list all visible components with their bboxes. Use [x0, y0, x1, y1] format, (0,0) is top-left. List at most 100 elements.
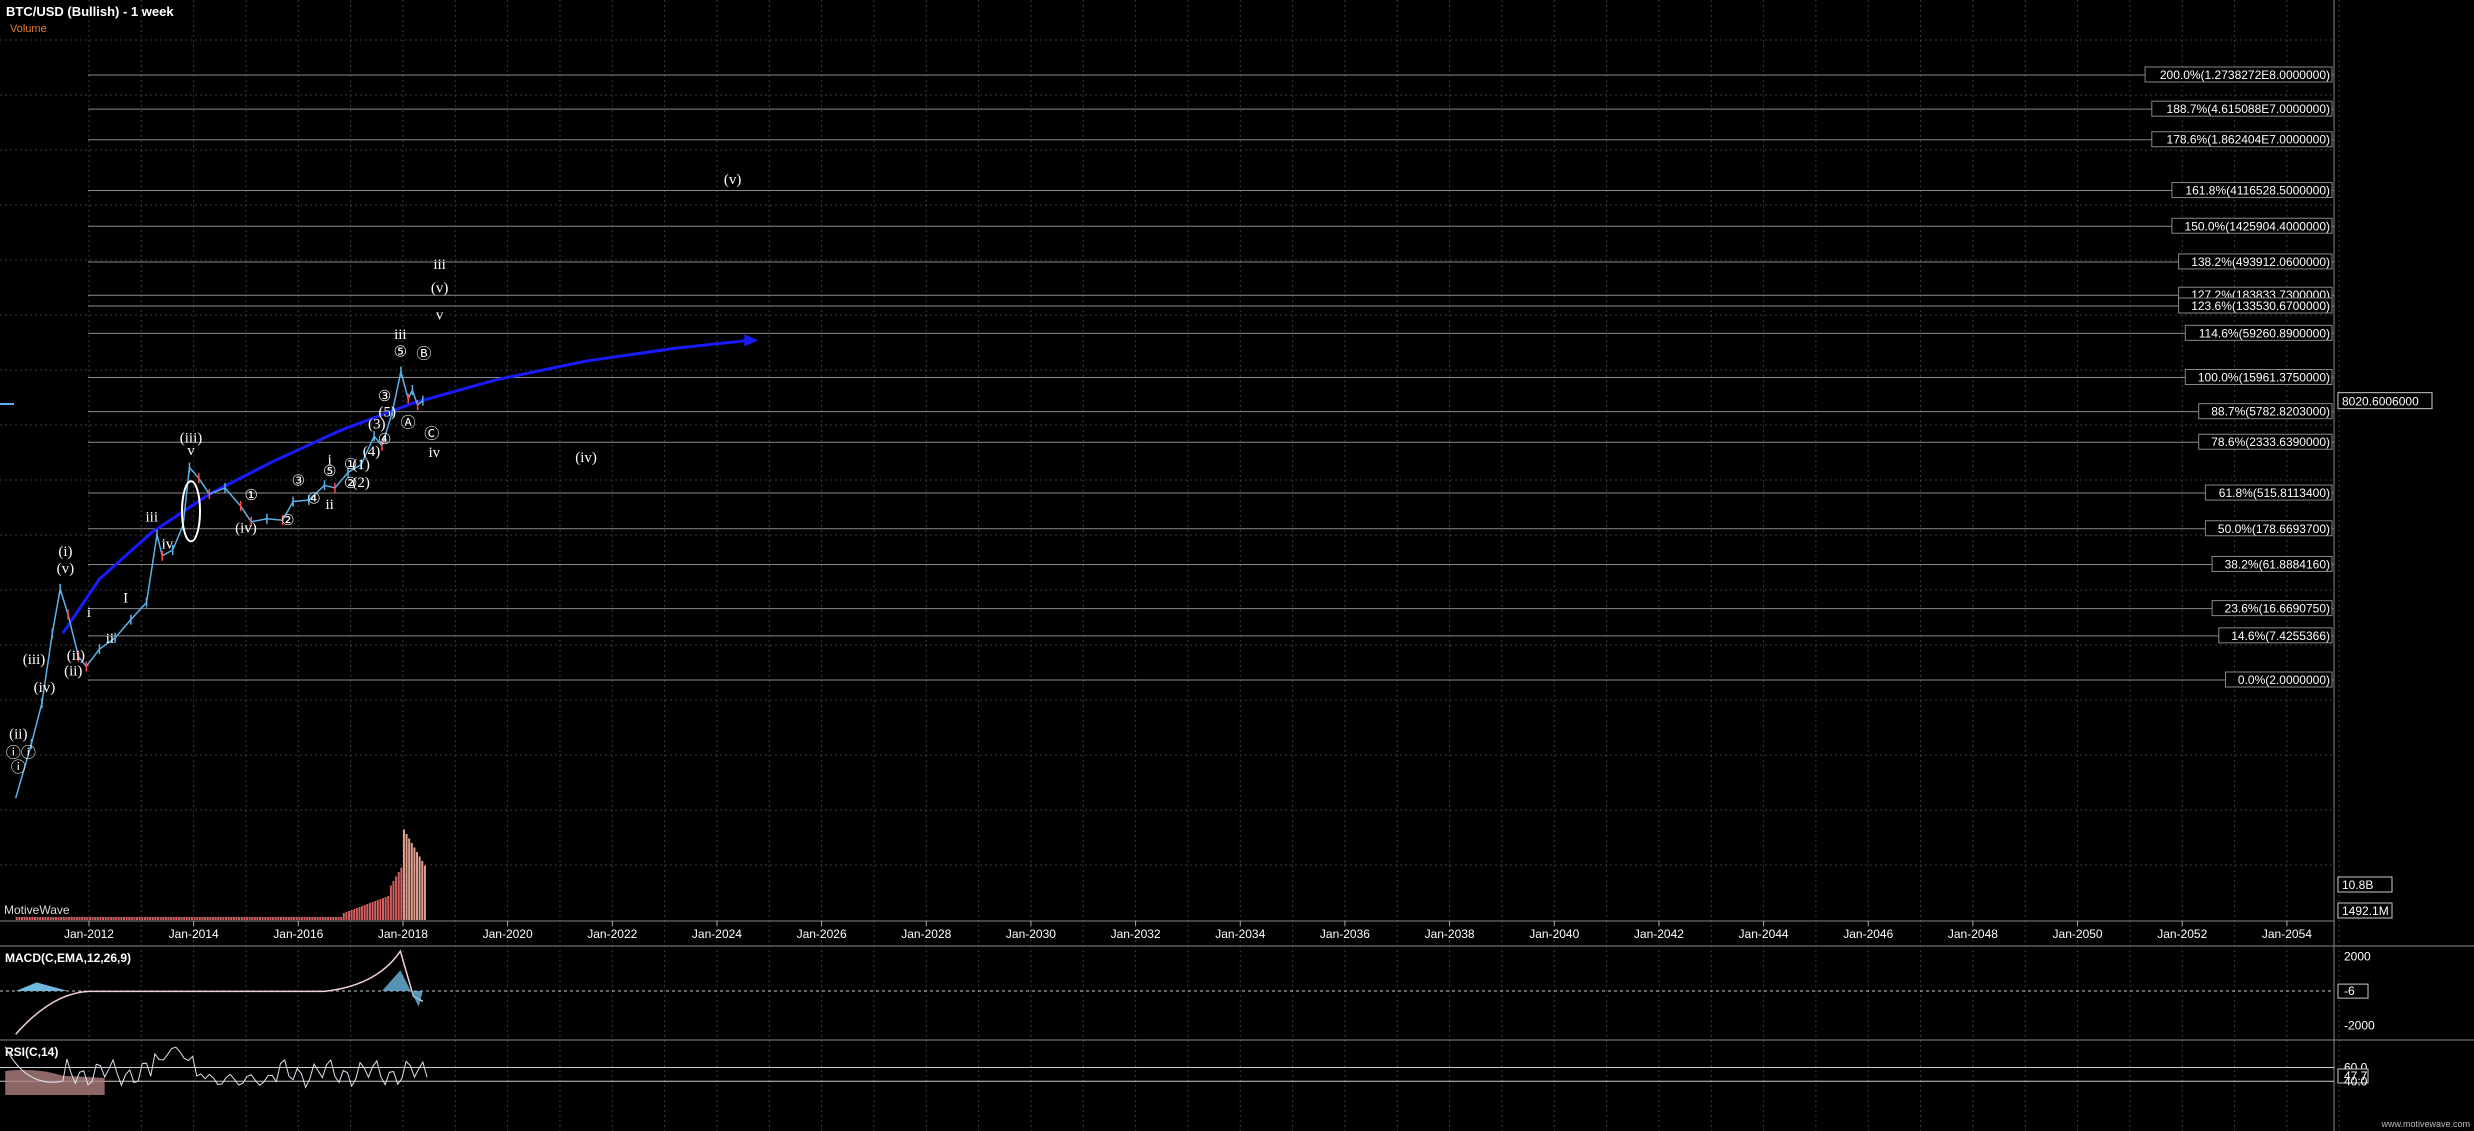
x-tick-label: Jan-2036 — [1320, 927, 1370, 941]
footer-url: www.motivewave.com — [2380, 1119, 2470, 1129]
volume-bar — [313, 917, 316, 920]
volume-bar — [259, 917, 262, 920]
volume-bar — [285, 917, 288, 920]
volume-bar — [209, 917, 212, 920]
volume-bar — [272, 917, 275, 920]
volume-bar — [324, 917, 327, 920]
x-tick-label: Jan-2030 — [1006, 927, 1056, 941]
volume-bar — [117, 917, 120, 920]
volume-bar — [395, 876, 398, 920]
wave-label: Ⓒ — [424, 426, 439, 443]
volume-bar — [191, 917, 194, 920]
volume-bar — [146, 917, 149, 920]
wave-label: ⓘ — [11, 759, 26, 776]
volume-bar — [363, 905, 366, 920]
volume-bar — [353, 909, 356, 920]
volume-bar — [73, 917, 76, 920]
chart-canvas[interactable]: BTC/USD (Bullish) - 1 week Volume 200.0%(1… — [0, 0, 2474, 1131]
volume-bar — [20, 917, 23, 920]
wave-label: ① — [244, 488, 257, 504]
x-tick-label: Jan-2034 — [1215, 927, 1265, 941]
macd-axis-label: 2000 — [2344, 949, 2371, 963]
volume-bar — [102, 917, 105, 920]
volume-bar — [253, 917, 256, 920]
volume-bar — [389, 885, 392, 920]
volume-bar — [279, 917, 282, 920]
wave-label: iv — [429, 445, 441, 461]
volume-bar — [371, 902, 374, 920]
volume-bar — [44, 917, 47, 920]
volume-bar — [290, 917, 293, 920]
fib-label: 14.6%(7.4255366) — [2231, 629, 2330, 643]
volume-bar — [86, 917, 89, 920]
volume-bar — [211, 917, 214, 920]
volume-bar — [83, 917, 86, 920]
x-tick-label: Jan-2020 — [483, 927, 533, 941]
x-tick-label: Jan-2038 — [1425, 927, 1475, 941]
volume-bar — [15, 917, 18, 920]
volume-bar — [261, 917, 264, 920]
fib-label: 100.0%(15961.3750000) — [2198, 371, 2330, 385]
fib-label: 138.2%(493912.0600000) — [2191, 255, 2330, 269]
grid-lines — [0, 0, 2340, 1131]
x-tick-label: Jan-2028 — [901, 927, 951, 941]
wave-label: i — [87, 605, 91, 621]
fib-label: 178.6%(1.862404E7.0000000) — [2167, 133, 2330, 147]
volume-bar — [222, 917, 225, 920]
volume-bar — [138, 917, 141, 920]
volume-bar — [225, 917, 228, 920]
wave-label: (2) — [352, 475, 370, 491]
volume-bar — [342, 913, 345, 920]
volume-bar — [183, 917, 186, 920]
volume-bar — [418, 856, 421, 920]
wave-label: (iii) — [23, 652, 46, 668]
price-line[interactable] — [14, 371, 424, 799]
trend-arc-arrow — [744, 334, 759, 347]
volume-bar — [264, 917, 267, 920]
volume-bar — [141, 917, 144, 920]
volume-bar — [345, 912, 348, 920]
x-tick-label: Jan-2048 — [1948, 927, 1998, 941]
volume-bars — [15, 829, 426, 920]
volume-bar — [243, 917, 246, 920]
volume-bar — [62, 917, 65, 920]
x-tick-label: Jan-2022 — [587, 927, 637, 941]
volume-bar — [185, 917, 188, 920]
volume-bar — [423, 865, 426, 920]
volume-bar — [18, 917, 21, 920]
volume-bar — [308, 917, 311, 920]
volume-bar — [240, 917, 243, 920]
volume-bar — [180, 917, 183, 920]
volume-bar — [206, 917, 209, 920]
wave-label: (iv) — [235, 520, 257, 536]
wave-label: ③ — [292, 473, 305, 489]
volume-bar — [232, 917, 235, 920]
volume-bar — [107, 917, 110, 920]
wave-label: ④ — [307, 491, 320, 507]
volume-bar — [416, 852, 419, 920]
fib-label: 200.0%(1.2738272E8.0000000) — [2160, 68, 2330, 82]
volume-bar — [361, 906, 364, 920]
x-tick-label: Jan-2050 — [2053, 927, 2103, 941]
volume-bar — [41, 917, 44, 920]
volume-bar — [219, 917, 222, 920]
wave-label: (i) — [58, 544, 72, 560]
fib-label: 61.8%(515.8113400) — [2219, 486, 2330, 500]
volume-bar — [188, 917, 191, 920]
wave-label: (iv) — [34, 680, 56, 696]
wave-label: ii — [106, 631, 114, 647]
trend-arc — [61, 338, 749, 635]
volume-bar — [156, 917, 159, 920]
volume-axis-label: 1492.1M — [2342, 904, 2389, 918]
volume-bar — [397, 872, 400, 920]
volume-bar — [368, 903, 371, 920]
volume-bar — [319, 917, 322, 920]
fib-levels: 200.0%(1.2738272E8.0000000) 188.7%(4.6150… — [88, 66, 2334, 688]
volume-bar — [94, 917, 97, 920]
volume-bar — [164, 917, 167, 920]
volume-bar — [405, 834, 408, 920]
volume-bar — [410, 843, 413, 920]
volume-bar — [31, 917, 34, 920]
wave-label: (ii) — [9, 727, 27, 743]
volume-bar — [109, 917, 112, 920]
